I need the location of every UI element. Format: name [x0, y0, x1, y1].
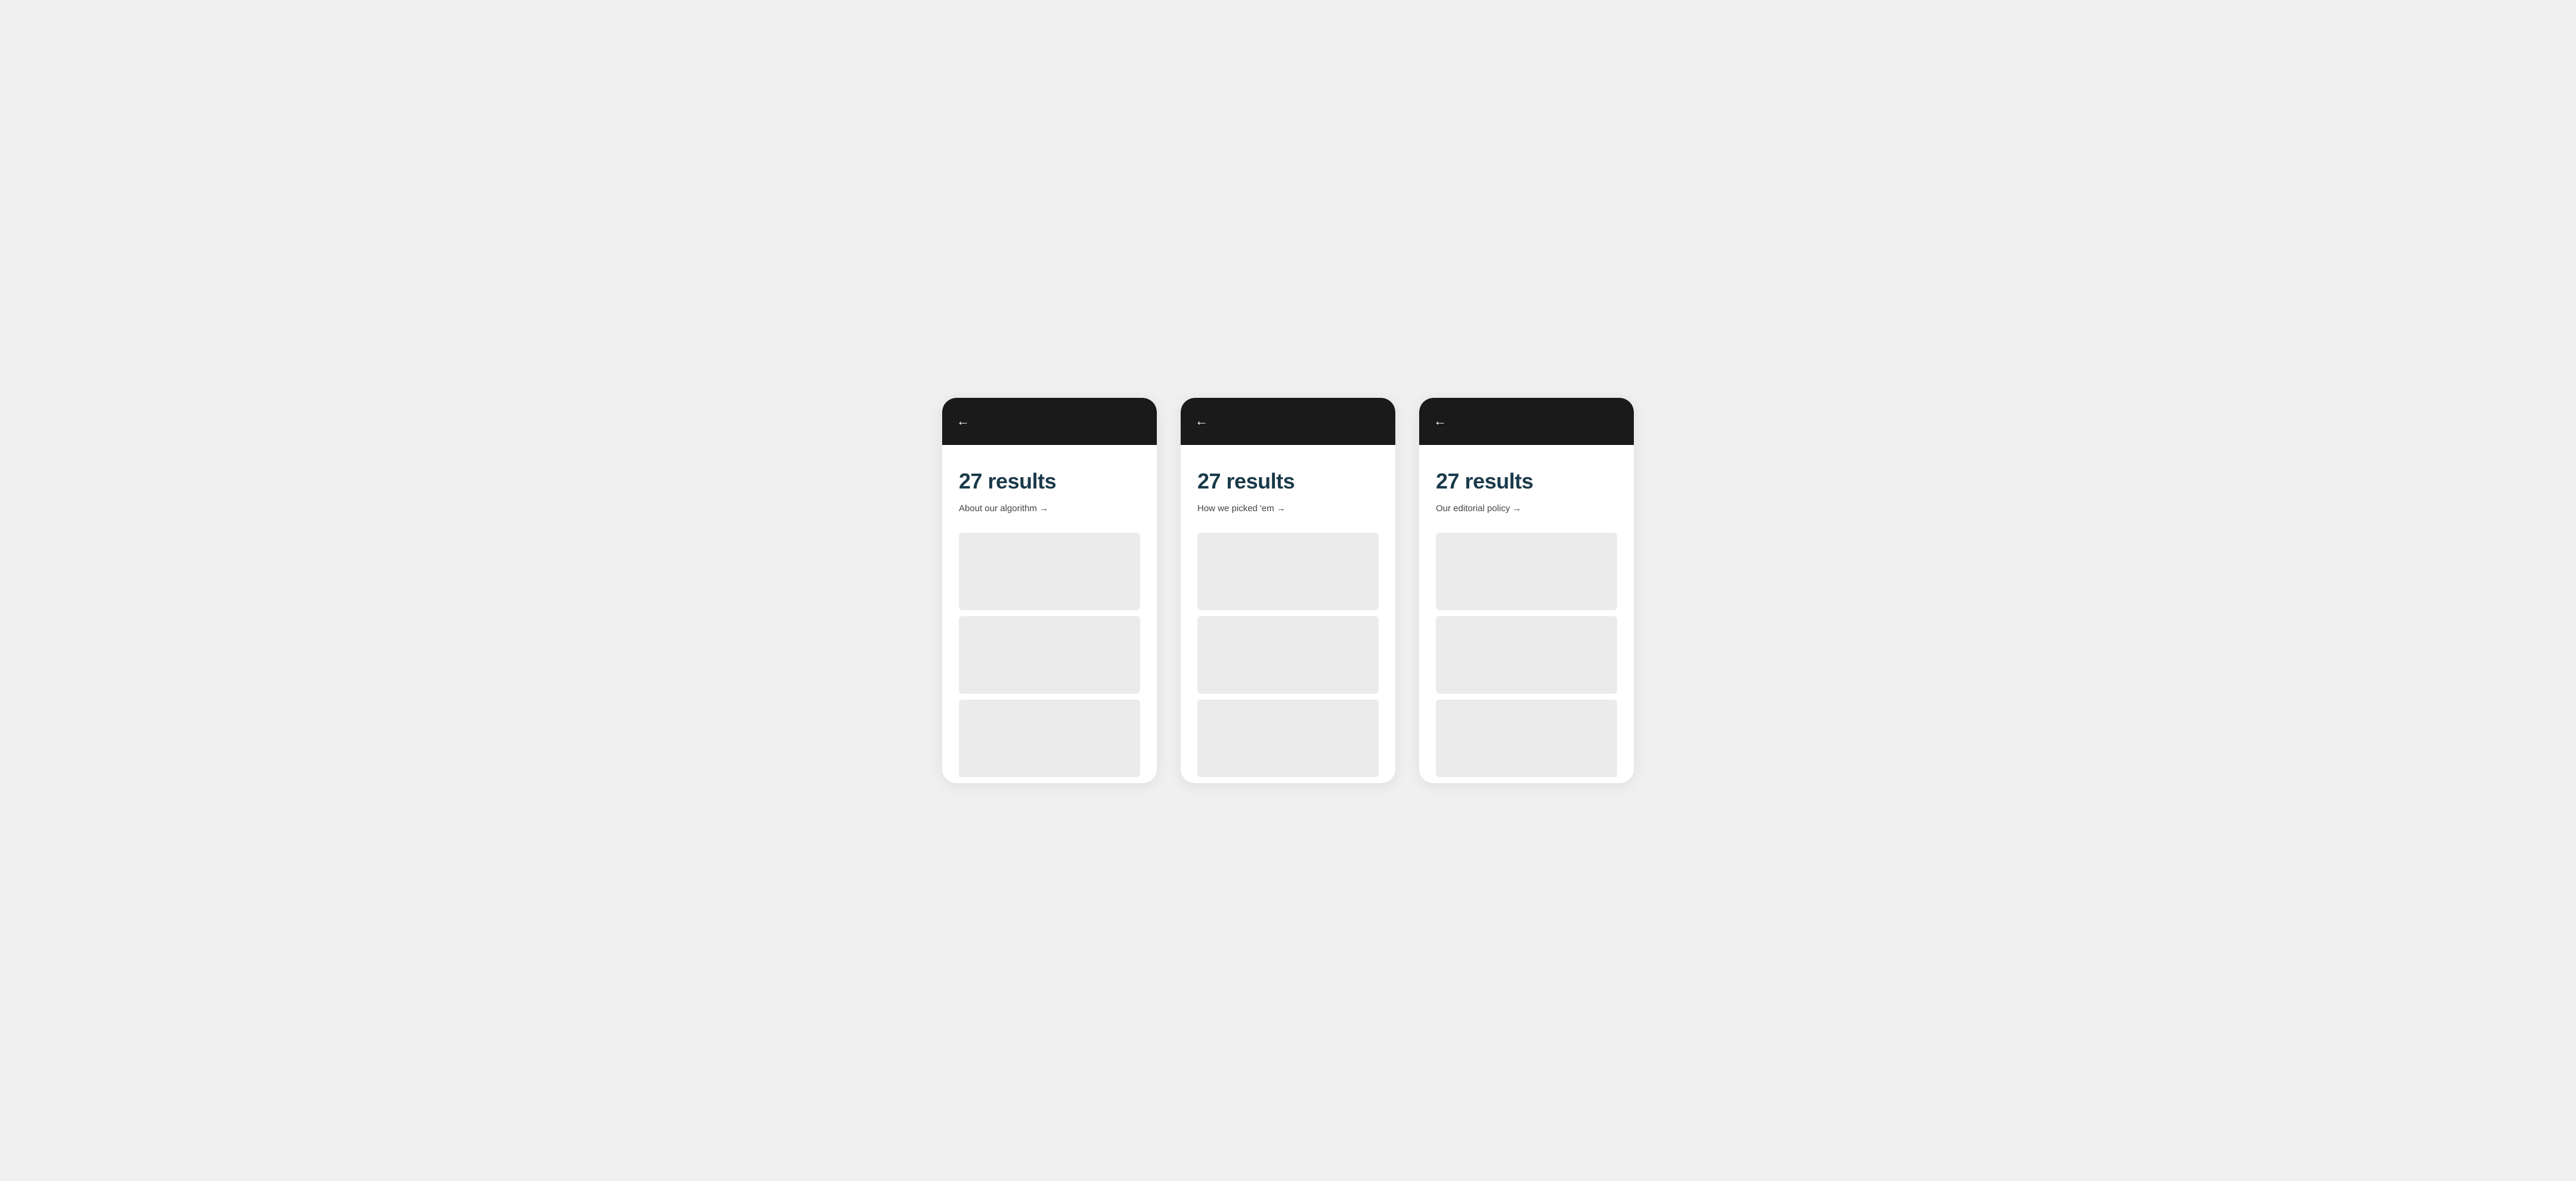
card-placeholder-3b: [1436, 616, 1617, 694]
phone-frame-1: ← 27 results About our algorithm →: [942, 398, 1157, 783]
editorial-policy-link-3[interactable]: Our editorial policy →: [1436, 503, 1617, 514]
back-button-1[interactable]: ←: [956, 415, 970, 428]
card-placeholder-3a: [1436, 533, 1617, 610]
card-placeholder-1b: [959, 616, 1140, 694]
back-arrow-icon-1: ←: [956, 415, 970, 428]
card-placeholder-2c: [1197, 700, 1379, 777]
phone-frame-3: ← 27 results Our editorial policy →: [1419, 398, 1634, 783]
phone-body-1: 27 results About our algorithm →: [942, 445, 1157, 777]
phone-header-1: ←: [942, 398, 1157, 445]
results-title-1: 27 results: [959, 469, 1140, 494]
back-button-3[interactable]: ←: [1433, 415, 1447, 428]
phone-body-3: 27 results Our editorial policy →: [1419, 445, 1634, 777]
back-button-2[interactable]: ←: [1195, 415, 1208, 428]
phones-container: ← 27 results About our algorithm → ← 27 …: [942, 398, 1634, 783]
card-placeholder-1c: [959, 700, 1140, 777]
algorithm-link-1[interactable]: About our algorithm →: [959, 503, 1140, 514]
results-title-2: 27 results: [1197, 469, 1379, 494]
results-title-3: 27 results: [1436, 469, 1617, 494]
card-placeholder-1a: [959, 533, 1140, 610]
card-placeholder-3c: [1436, 700, 1617, 777]
phone-header-3: ←: [1419, 398, 1634, 445]
phone-header-2: ←: [1181, 398, 1395, 445]
phone-frame-2: ← 27 results How we picked 'em →: [1181, 398, 1395, 783]
picked-em-link-2[interactable]: How we picked 'em →: [1197, 503, 1379, 514]
card-placeholder-2a: [1197, 533, 1379, 610]
card-placeholder-2b: [1197, 616, 1379, 694]
back-arrow-icon-3: ←: [1433, 415, 1447, 428]
phone-body-2: 27 results How we picked 'em →: [1181, 445, 1395, 777]
back-arrow-icon-2: ←: [1195, 415, 1208, 428]
